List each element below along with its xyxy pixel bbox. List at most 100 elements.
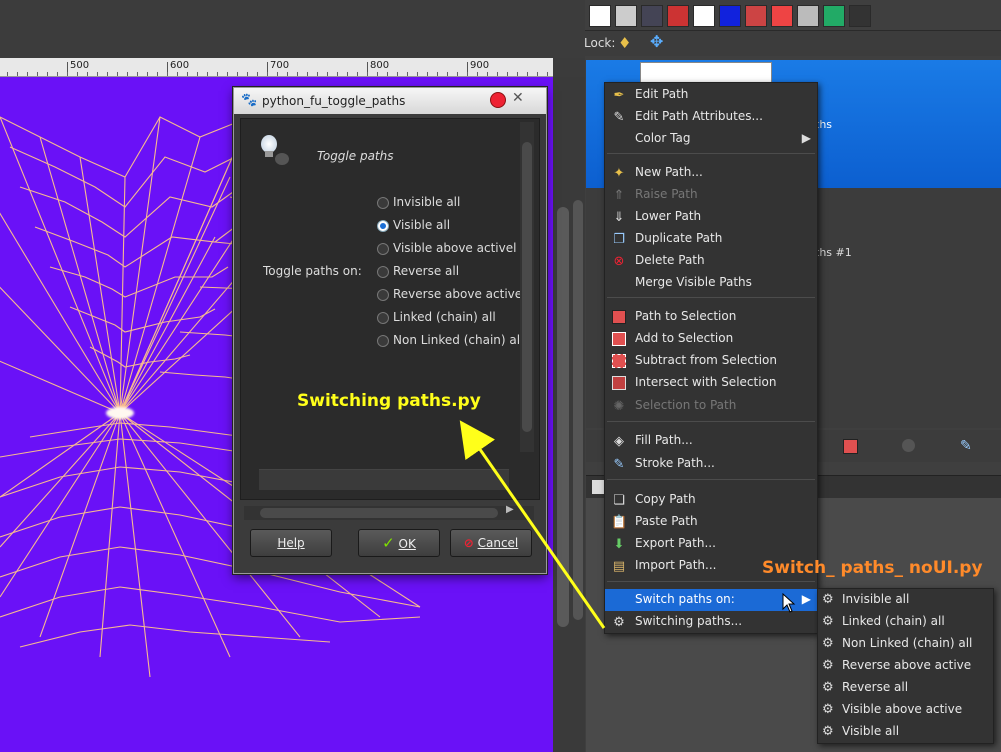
radio-button[interactable] [377,289,389,301]
menu-item-stroke-path[interactable]: ✎ Stroke Path... [605,453,817,475]
ruler-minor-tick [177,72,178,76]
ruler-minor-tick [147,72,148,76]
tool-options-tab-icon[interactable] [823,5,845,27]
new-path-icon: ✦ [613,166,625,181]
script-icon: ⚙ [822,680,834,695]
ruler-minor-tick [117,72,118,76]
scrollbar-thumb[interactable] [260,508,498,518]
menu-item-fill-path[interactable]: ◈ Fill Path... [605,430,817,452]
gradient-tab-icon[interactable] [797,5,819,27]
radio-button[interactable] [377,266,389,278]
colors-tab-icon[interactable] [719,5,741,27]
channels-tab-icon[interactable] [667,5,689,27]
selection-to-path-icon: ✺ [613,399,625,414]
menu-item-add-to-selection[interactable]: Add to Selection [605,328,817,350]
dialog-titlebar[interactable]: 🐾 python_fu_toggle_paths ✕ [234,88,546,114]
lower-icon: ⇓ [613,210,625,225]
pin-icon[interactable] [490,92,506,108]
palette-tab-icon[interactable] [745,5,767,27]
ok-label: OK [398,537,416,551]
ruler-minor-tick [197,72,198,76]
dialog-title: python_fu_toggle_paths [262,94,406,108]
ruler-minor-tick [407,72,408,76]
dialog-vertical-scrollbar[interactable] [520,122,534,452]
close-icon[interactable]: ✕ [512,90,524,106]
script-icon: ⚙ [613,615,625,630]
ruler-minor-tick [17,72,18,76]
radio-button[interactable] [377,243,389,255]
dialog-horizontal-scrollbar[interactable]: ▶ [244,504,534,520]
pencil-tab-icon[interactable] [849,5,871,27]
ruler-minor-tick [267,72,268,76]
menu-item-new-path[interactable]: ✦ New Path... [605,162,817,184]
submenu-arrow-icon: ▶ [801,131,811,145]
dock-scrollbar[interactable] [571,200,585,620]
lightbulb-wilber-icon [257,135,289,165]
path-to-selection-button-icon[interactable] [843,439,858,454]
menu-item-selection-to-path[interactable]: ✺ Selection to Path [605,395,817,417]
ruler-minor-tick [67,72,68,76]
ruler-minor-tick [327,72,328,76]
ruler-minor-tick [467,72,468,76]
layers-tab-icon[interactable] [615,5,637,27]
ruler-minor-tick [167,72,168,76]
menu-item-delete-path[interactable]: ⊗ Delete Path [605,250,817,272]
menu-item-switching-paths[interactable]: ⚙ Switching paths... [605,611,817,633]
ruler-minor-tick [417,72,418,76]
radio-button[interactable] [377,335,389,347]
ruler-minor-tick [157,72,158,76]
menu-item-merge-visible-paths[interactable]: Merge Visible Paths [605,272,817,294]
menu-item-intersect-with-selection[interactable]: Intersect with Selection [605,372,817,394]
ruler-minor-tick [487,72,488,76]
submenu-item-reverse-above-active[interactable]: ⚙ Reverse above active [818,655,993,677]
selection-to-path-button-icon[interactable] [902,439,915,452]
delete-icon: ⊗ [613,254,625,269]
radio-button[interactable] [377,312,389,324]
stroke-button-icon[interactable]: ✎ [960,438,976,454]
cancel-button[interactable]: ⊘ Cancel [450,529,532,557]
submenu-item-invisible-all[interactable]: ⚙ Invisible all [818,589,993,611]
scroll-right-icon[interactable]: ▶ [506,504,514,515]
menu-item-edit-path[interactable]: ✒ Edit Path [605,84,817,106]
menu-item-subtract-from-selection[interactable]: Subtract from Selection [605,350,817,372]
document-icon[interactable] [592,480,604,494]
scrollbar-thumb[interactable] [573,200,583,620]
fonts-tab-icon[interactable] [693,5,715,27]
ok-button[interactable]: ✓ OK [358,529,440,557]
ruler-minor-tick [97,72,98,76]
lock-pixels-icon[interactable]: ♦ [618,34,631,52]
submenu-item-linked-all[interactable]: ⚙ Linked (chain) all [818,611,993,633]
menu-item-copy-path[interactable]: ❏ Copy Path [605,489,817,511]
menu-item-color-tag[interactable]: Color Tag ▶ [605,128,817,150]
scrollbar-thumb[interactable] [557,207,569,627]
submenu-item-non-linked-all[interactable]: ⚙ Non Linked (chain) all [818,633,993,655]
submenu-item-reverse-all[interactable]: ⚙ Reverse all [818,677,993,699]
radio-button[interactable] [377,197,389,209]
submenu-item-visible-above-active[interactable]: ⚙ Visible above active [818,699,993,721]
ruler-minor-tick [227,72,228,76]
submenu-item-visible-all[interactable]: ⚙ Visible all [818,721,993,743]
edit-path-icon: ✒ [613,88,625,103]
progress-area [259,469,509,490]
menu-item-path-to-selection[interactable]: Path to Selection [605,306,817,328]
pattern-tab-icon[interactable] [771,5,793,27]
help-button[interactable]: Help [250,529,332,557]
paths-tab-icon[interactable] [641,5,663,27]
menu-item-export-path[interactable]: ⬇ Export Path... [605,533,817,555]
gimp-wilber-icon: 🐾 [241,93,258,108]
scrollbar-thumb[interactable] [522,142,532,432]
menu-item-paste-path[interactable]: 📋 Paste Path [605,511,817,533]
import-icon: ▤ [612,559,626,574]
menu-item-lower-path[interactable]: ⇓ Lower Path [605,206,817,228]
menu-item-duplicate-path[interactable]: ❐ Duplicate Path [605,228,817,250]
lock-position-icon[interactable]: ✥ [650,32,663,51]
radio-button[interactable] [377,220,389,232]
menu-item-raise-path[interactable]: ⇑ Raise Path [605,184,817,206]
ruler-minor-tick [457,72,458,76]
dialog-content: Toggle paths Toggle paths on: Invisible … [240,118,540,500]
paths-context-menu: ✒ Edit Path ✎ Edit Path Attributes... Colo… [604,82,818,634]
image-window-top [0,0,585,58]
ruler-label: 500 [70,60,90,71]
brush-tab-icon[interactable] [589,5,611,27]
menu-item-edit-path-attributes[interactable]: ✎ Edit Path Attributes... [605,106,817,128]
